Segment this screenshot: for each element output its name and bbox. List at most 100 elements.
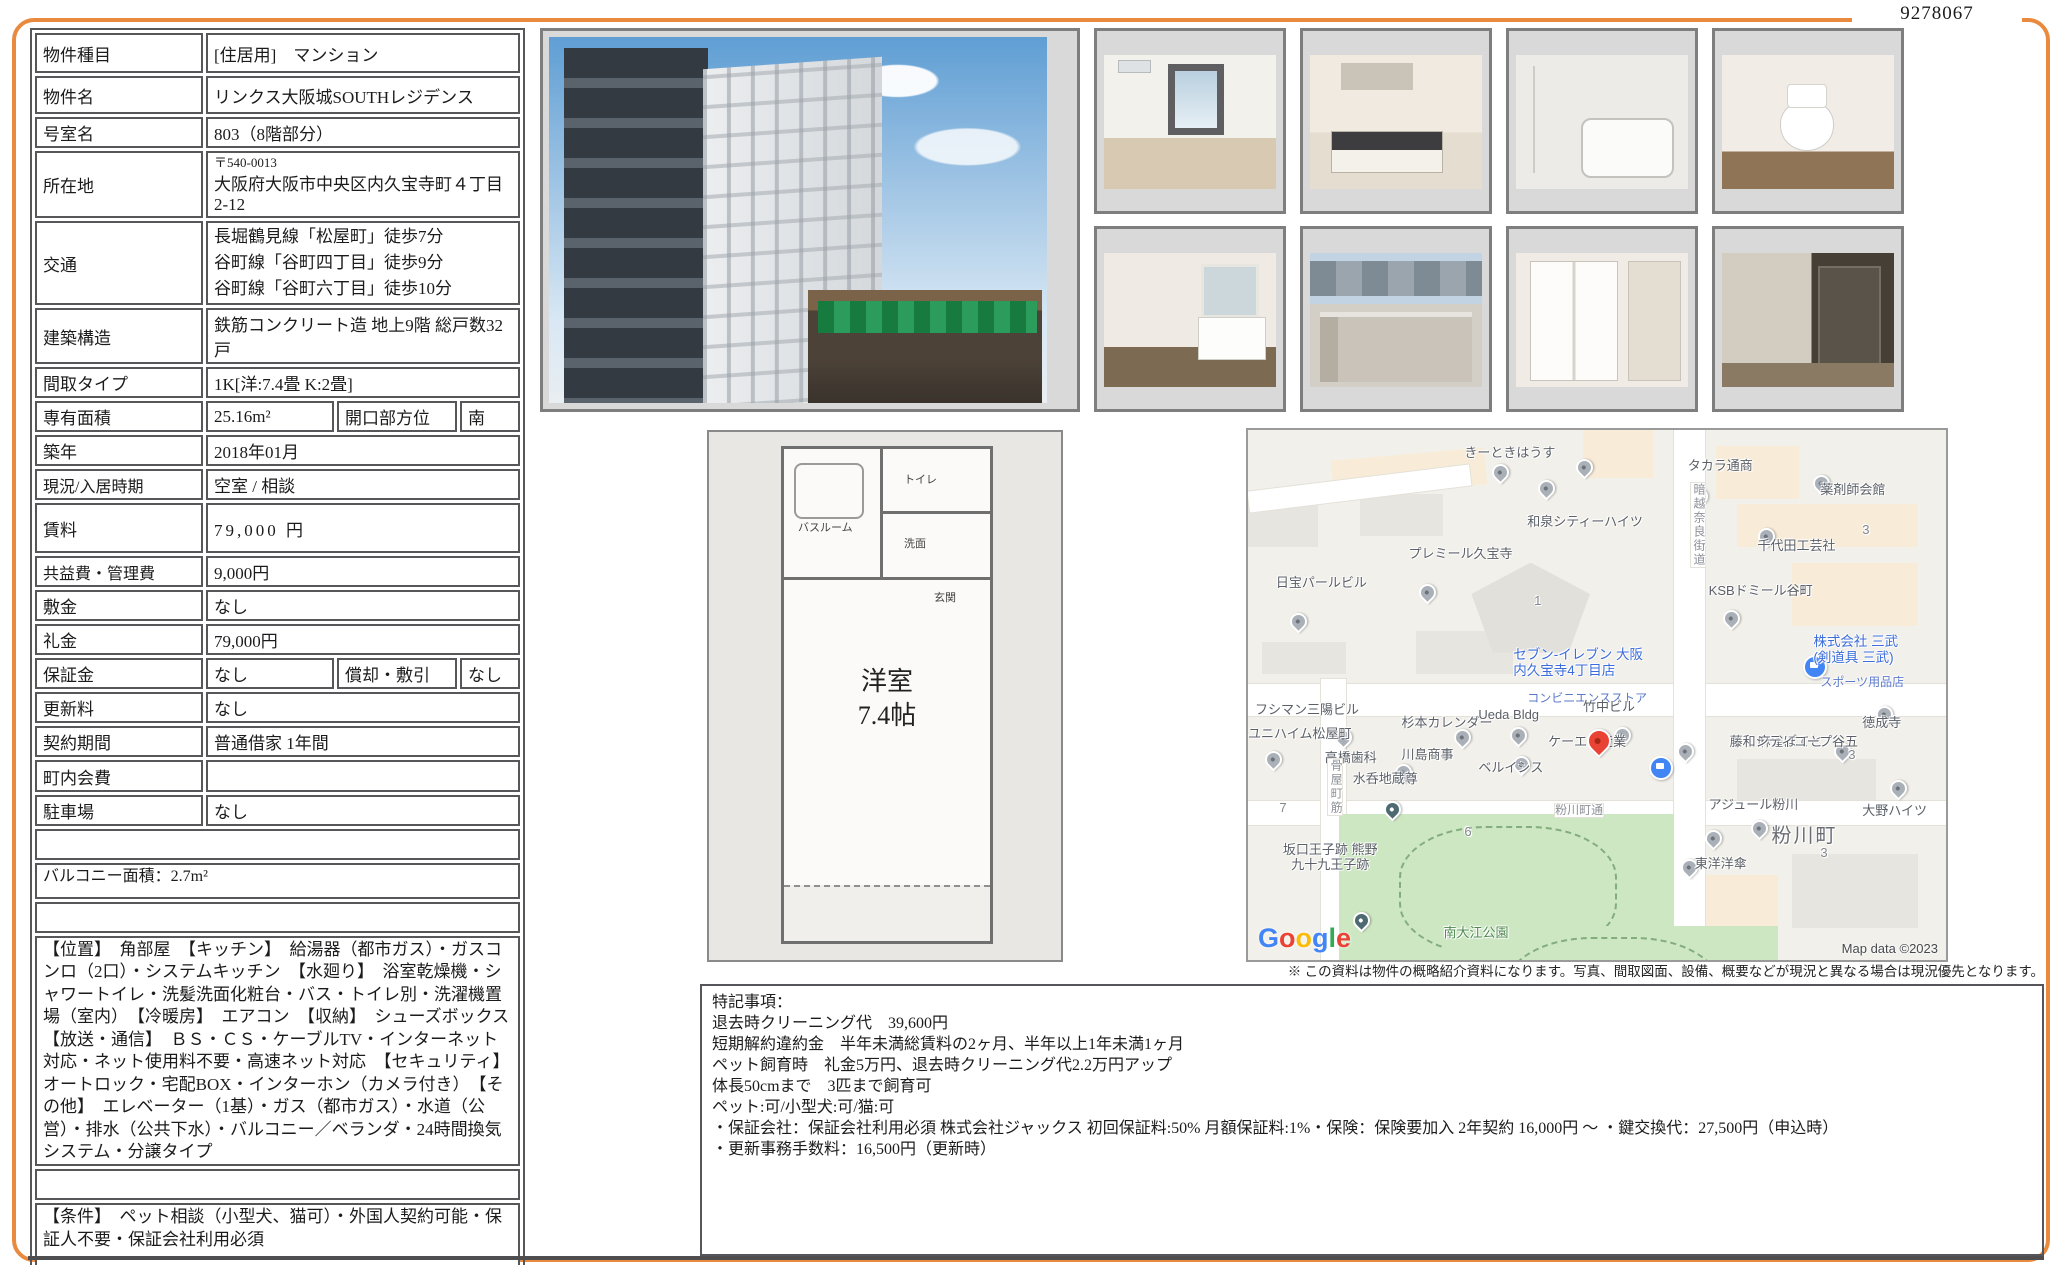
property-type-value: [住居用] マンション <box>206 33 520 73</box>
deposit-label: 敷金 <box>35 590 203 621</box>
property-listing-sheet: 9278067 物件種目 [住居用] マンション 物件名 リンクス大阪城SOUT… <box>0 0 2056 1265</box>
washroom-image <box>1104 253 1276 387</box>
renewal-fee-label: 更新料 <box>35 692 203 723</box>
map-label: 1 <box>1534 594 1541 609</box>
status-label: 現況/入居時期 <box>35 469 203 500</box>
note-line: 特記事項： <box>712 992 2032 1013</box>
remarks-value: バルコニー面積：2.7m² <box>35 863 520 899</box>
renewal-fee-value: なし <box>206 692 520 723</box>
key-money-value: 79,000円 <box>206 624 520 655</box>
google-logo: Google <box>1258 923 1351 954</box>
built-year-value: 2018年01月 <box>206 435 520 466</box>
address-text: 大阪府大阪市中央区内久宝寺町４丁目2-12 <box>214 175 503 214</box>
map-label: 川島商事 <box>1402 748 1454 763</box>
map-block <box>1360 494 1444 536</box>
rent-label: 賃料 <box>35 503 203 553</box>
structure-label: 建築構造 <box>35 308 203 364</box>
map-block <box>1583 430 1653 478</box>
deposit-value: なし <box>206 590 520 621</box>
transport-line: 谷町線「谷町六丁目」徒歩10分 <box>214 276 512 302</box>
conditions-header: 条 件 <box>35 1169 520 1200</box>
map-label: タカラ通商 <box>1688 459 1753 474</box>
map-label: 3 <box>1862 523 1869 538</box>
rent-value: 79,000 円 <box>206 503 520 553</box>
map-label: 竹中ビル <box>1583 700 1635 715</box>
map-label: セブン-イレブン 大阪 内久宝寺4丁目店 <box>1513 647 1643 678</box>
transport-line: 谷町線「谷町四丁目」徒歩9分 <box>214 250 512 276</box>
google-logo-letter: G <box>1258 923 1279 953</box>
layout-type-value: 1K[洋:7.4畳 K:2畳] <box>206 367 520 398</box>
map-canvas: Google Map data ©2023 きーときはうすタカラ通商薬剤師会館和… <box>1246 428 1948 962</box>
map-label: 千代田工芸社 <box>1758 539 1836 554</box>
google-logo-letter: o <box>1296 923 1313 953</box>
convenience-store-pin <box>1649 756 1673 780</box>
map-label: 7 <box>1279 801 1286 816</box>
built-year-label: 築年 <box>35 435 203 466</box>
map-pin <box>1887 776 1911 800</box>
plan-toilet-label: トイレ <box>904 471 937 487</box>
entrance-image <box>1722 253 1894 387</box>
map-pin <box>1719 607 1743 631</box>
map-attribution: Map data ©2023 <box>1842 941 1938 956</box>
bathroom-image <box>1516 55 1688 189</box>
google-logo-letter: l <box>1329 923 1337 953</box>
plan-wall <box>880 511 990 514</box>
map-label: KSBドミール谷町 <box>1709 584 1813 599</box>
note-line: 短期解約違約金 半年未満総賃料の2ヶ月、半年以上1年未満1ヶ月 <box>712 1034 2032 1055</box>
map-label: プレミール久宝寺 <box>1409 547 1513 562</box>
map-label: 3 <box>1848 748 1855 763</box>
postal-code: 〒540-0013 <box>214 155 512 170</box>
plan-genkan-label: 玄関 <box>934 589 956 605</box>
shop-green-awning <box>818 301 1037 334</box>
property-type-label: 物件種目 <box>35 33 203 73</box>
photo-building-exterior <box>540 28 1080 412</box>
map-pin <box>1506 723 1530 747</box>
document-id: 9278067 <box>1852 0 2022 28</box>
map-block <box>1695 875 1779 928</box>
maintenance-fee-label: 共益費・管理費 <box>35 556 203 587</box>
photo-balcony <box>1300 226 1492 412</box>
google-logo-letter: e <box>1336 923 1351 953</box>
photo-toilet <box>1712 28 1904 214</box>
map-label: 東洋洋傘 <box>1695 857 1747 872</box>
google-logo-letter: g <box>1312 923 1329 953</box>
google-logo-letter: o <box>1279 923 1296 953</box>
parking-value: なし <box>206 795 520 826</box>
kitchen-image <box>1310 55 1482 189</box>
note-line: 退去時クリーニング代 39,600円 <box>712 1013 2032 1034</box>
building-dark-face <box>564 48 708 403</box>
map-label: 徳成寺 <box>1862 716 1901 731</box>
note-line: 体長50cmまで 3匹まで飼育可 <box>712 1076 2032 1097</box>
note-line: ・保証会社：保証会社利用必須 株式会社ジャックス 初回保証料:50% 月額保証料… <box>712 1118 2032 1139</box>
note-line: ペット飼育時 礼金5万円、退去時クリーニング代2.2万円アップ <box>712 1055 2032 1076</box>
transport-value: 長堀鶴見線「松屋町」徒歩7分 谷町線「谷町四丁目」徒歩9分 谷町線「谷町六丁目」… <box>206 221 520 305</box>
photo-washroom <box>1094 226 1286 412</box>
room-no-value: 803（8階部分） <box>206 117 520 148</box>
map-block <box>1792 854 1918 928</box>
map-label: フシマン三陽ビル <box>1255 703 1359 718</box>
key-money-label: 礼金 <box>35 624 203 655</box>
maintenance-fee-value: 9,000円 <box>206 556 520 587</box>
map-label: アジュール粉川 <box>1709 798 1799 813</box>
plan-room-size: 7.4帖 <box>858 701 917 730</box>
map-block <box>1262 642 1346 674</box>
parking-label: 駐車場 <box>35 795 203 826</box>
amortization-label: 償却・敷引 <box>337 658 457 689</box>
bottom-divider <box>28 1256 2044 1260</box>
address-value: 〒540-0013 大阪府大阪市中央区内久宝寺町４丁目2-12 <box>206 151 520 218</box>
status-value: 空室 / 相談 <box>206 469 520 500</box>
area-value: 25.16m² <box>206 401 334 432</box>
map-label: ベルイシス <box>1478 761 1543 776</box>
property-name-label: 物件名 <box>35 76 203 114</box>
special-notes-box: 特記事項：退去時クリーニング代 39,600円短期解約違約金 半年未満総賃料の2… <box>700 984 2044 1256</box>
map-label: 南大江公園 <box>1443 926 1778 962</box>
facing-label: 開口部方位 <box>337 401 457 432</box>
map-label: 暗越奈良街道 <box>1691 483 1705 567</box>
photo-bathroom <box>1506 28 1698 214</box>
photo-bedroom <box>1094 28 1286 214</box>
building-exterior-image <box>549 37 1047 403</box>
map-label: 骨屋町筋 <box>1328 759 1342 815</box>
floor-plan-box: バスルーム トイレ 洗面 玄関 洋室 7.4帖 <box>707 430 1063 962</box>
map-block <box>1737 759 1877 801</box>
note-line: ・更新事務手数料：16,500円（更新時） <box>712 1139 2032 1160</box>
